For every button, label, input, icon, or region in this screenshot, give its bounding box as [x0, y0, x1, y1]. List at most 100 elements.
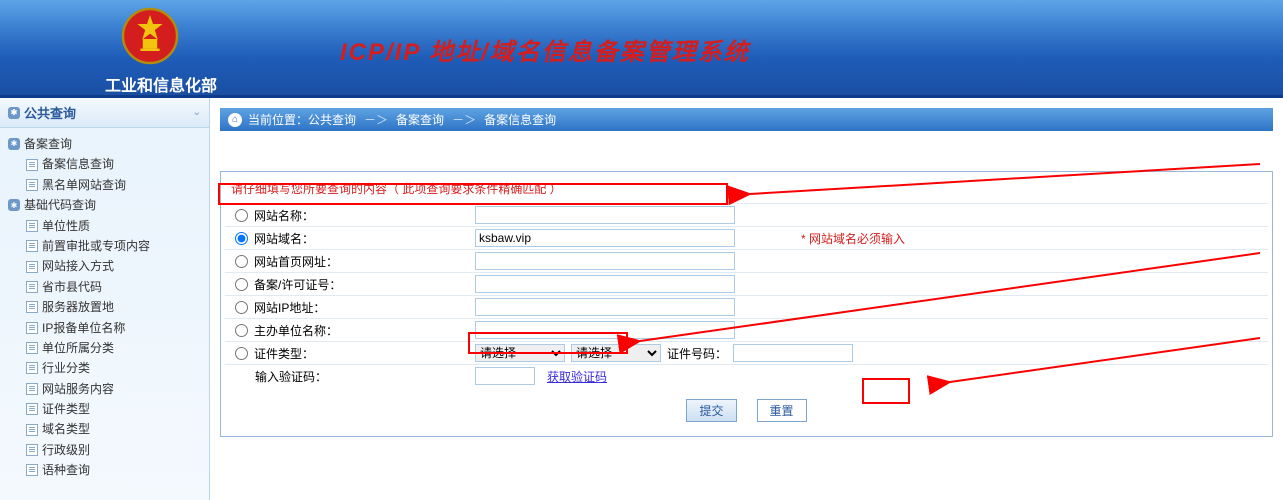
form-note: 请仔细填写您所要查询的内容（ 此项查询要求条件精确匹配 ）: [225, 178, 1268, 203]
sidebar-item-label: 黑名单网站查询: [42, 175, 126, 195]
sidebar-item[interactable]: 域名类型: [4, 419, 205, 439]
get-captcha-link[interactable]: 获取验证码: [547, 368, 607, 385]
sidebar-item-label: 单位所属分类: [42, 338, 114, 358]
radio-site-ip[interactable]: [235, 301, 248, 314]
cert-no-label: 证件号码：: [667, 345, 727, 362]
opt-sponsor[interactable]: 主办单位名称：: [225, 322, 475, 339]
document-icon: [26, 159, 38, 171]
domain-required-note: * 网站域名必须输入: [801, 230, 905, 247]
sidebar-item[interactable]: 单位性质: [4, 216, 205, 236]
sidebar-item[interactable]: 网站服务内容: [4, 379, 205, 399]
sidebar-item-label: IP报备单位名称: [42, 318, 125, 338]
input-sponsor[interactable]: [475, 321, 735, 339]
sidebar-item[interactable]: 省市县代码: [4, 277, 205, 297]
document-icon: [26, 342, 38, 354]
org-name: 工业和信息化部: [105, 72, 217, 96]
bc-arrow-icon: －＞: [364, 111, 388, 128]
sidebar-item-label: 证件类型: [42, 399, 90, 419]
opt-site-domain[interactable]: 网站域名：: [225, 230, 475, 247]
gear-icon: ✱: [8, 107, 20, 119]
sidebar-group[interactable]: ✱ 基础代码查询: [4, 195, 205, 215]
system-title: ICP/IP 地址/域名信息备案管理系统: [340, 32, 750, 67]
sidebar-group-label: 基础代码查询: [24, 195, 96, 215]
document-icon: [26, 362, 38, 374]
document-icon: [26, 301, 38, 313]
input-site-name[interactable]: [475, 206, 735, 224]
header-banner: 工业和信息化部 ICP/IP 地址/域名信息备案管理系统: [0, 0, 1283, 98]
document-icon: [26, 220, 38, 232]
submit-button[interactable]: 提交: [686, 399, 736, 422]
document-icon: [26, 444, 38, 456]
gear-icon: ✱: [8, 138, 20, 150]
input-site-home[interactable]: [475, 252, 735, 270]
input-captcha[interactable]: [475, 367, 535, 385]
sidebar-item-label: 语种查询: [42, 460, 90, 480]
sidebar-item[interactable]: 行政级别: [4, 440, 205, 460]
document-icon: [26, 261, 38, 273]
sidebar-item-label: 前置审批或专项内容: [42, 236, 150, 256]
sidebar-item-label: 行政级别: [42, 440, 90, 460]
bc-prefix: 当前位置：: [248, 111, 308, 128]
document-icon: [26, 464, 38, 476]
gear-icon: ✱: [8, 199, 20, 211]
select-cert-type-2[interactable]: 请选择: [571, 344, 661, 362]
opt-cert-type[interactable]: 证件类型：: [225, 345, 475, 362]
document-icon: [26, 179, 38, 191]
sidebar-item[interactable]: 行业分类: [4, 358, 205, 378]
chevron-down-icon: ⌄: [193, 107, 201, 118]
input-site-domain[interactable]: [475, 229, 735, 247]
sidebar-item-label: 域名类型: [42, 419, 90, 439]
bc-c[interactable]: 备案信息查询: [484, 111, 556, 128]
query-form: 请仔细填写您所要查询的内容（ 此项查询要求条件精确匹配 ） 网站名称： 网站域名…: [220, 171, 1273, 437]
main-panel: ⌂ 当前位置： 公共查询 －＞ 备案查询 －＞ 备案信息查询 请仔细填写您所要查…: [210, 98, 1283, 500]
radio-sponsor[interactable]: [235, 324, 248, 337]
sidebar-item[interactable]: 备案信息查询: [4, 154, 205, 174]
document-icon: [26, 322, 38, 334]
sidebar: ✱ 公共查询 ⌄ ✱ 备案查询备案信息查询黑名单网站查询 ✱ 基础代码查询单位性质前置…: [0, 98, 210, 500]
opt-site-home[interactable]: 网站首页网址：: [225, 253, 475, 270]
national-emblem-icon: [120, 6, 180, 66]
bc-arrow-icon: －＞: [452, 111, 476, 128]
select-cert-type-1[interactable]: 请选择: [475, 344, 565, 362]
opt-site-name[interactable]: 网站名称：: [225, 207, 475, 224]
radio-site-domain[interactable]: [235, 232, 248, 245]
sidebar-item[interactable]: 语种查询: [4, 460, 205, 480]
opt-record-no[interactable]: 备案/许可证号：: [225, 276, 475, 293]
radio-record-no[interactable]: [235, 278, 248, 291]
sidebar-group[interactable]: ✱ 备案查询: [4, 134, 205, 154]
sidebar-item[interactable]: 黑名单网站查询: [4, 175, 205, 195]
sidebar-item-label: 省市县代码: [42, 277, 102, 297]
bc-b[interactable]: 备案查询: [396, 111, 444, 128]
input-record-no[interactable]: [475, 275, 735, 293]
radio-cert-type[interactable]: [235, 347, 248, 360]
sidebar-group-label: 备案查询: [24, 134, 72, 154]
radio-site-name[interactable]: [235, 209, 248, 222]
sidebar-item-label: 网站接入方式: [42, 256, 114, 276]
sidebar-item-label: 网站服务内容: [42, 379, 114, 399]
input-site-ip[interactable]: [475, 298, 735, 316]
sidebar-item-label: 行业分类: [42, 358, 90, 378]
document-icon: [26, 424, 38, 436]
sidebar-item[interactable]: 服务器放置地: [4, 297, 205, 317]
sidebar-item[interactable]: 单位所属分类: [4, 338, 205, 358]
opt-site-ip[interactable]: 网站IP地址：: [225, 299, 475, 316]
home-icon: ⌂: [228, 113, 242, 127]
sidebar-item[interactable]: 前置审批或专项内容: [4, 236, 205, 256]
document-icon: [26, 403, 38, 415]
sidebar-title: 公共查询: [24, 103, 76, 122]
radio-site-home[interactable]: [235, 255, 248, 268]
document-icon: [26, 240, 38, 252]
document-icon: [26, 281, 38, 293]
sidebar-item[interactable]: 证件类型: [4, 399, 205, 419]
input-cert-no[interactable]: [733, 344, 853, 362]
sidebar-item[interactable]: IP报备单位名称: [4, 318, 205, 338]
sidebar-item-label: 备案信息查询: [42, 154, 114, 174]
sidebar-item-label: 单位性质: [42, 216, 90, 236]
sidebar-item[interactable]: 网站接入方式: [4, 256, 205, 276]
reset-button[interactable]: 重置: [757, 399, 807, 422]
sidebar-header[interactable]: ✱ 公共查询 ⌄: [0, 98, 209, 128]
document-icon: [26, 383, 38, 395]
sidebar-item-label: 服务器放置地: [42, 297, 114, 317]
breadcrumb: ⌂ 当前位置： 公共查询 －＞ 备案查询 －＞ 备案信息查询: [220, 108, 1273, 131]
bc-a[interactable]: 公共查询: [308, 111, 356, 128]
